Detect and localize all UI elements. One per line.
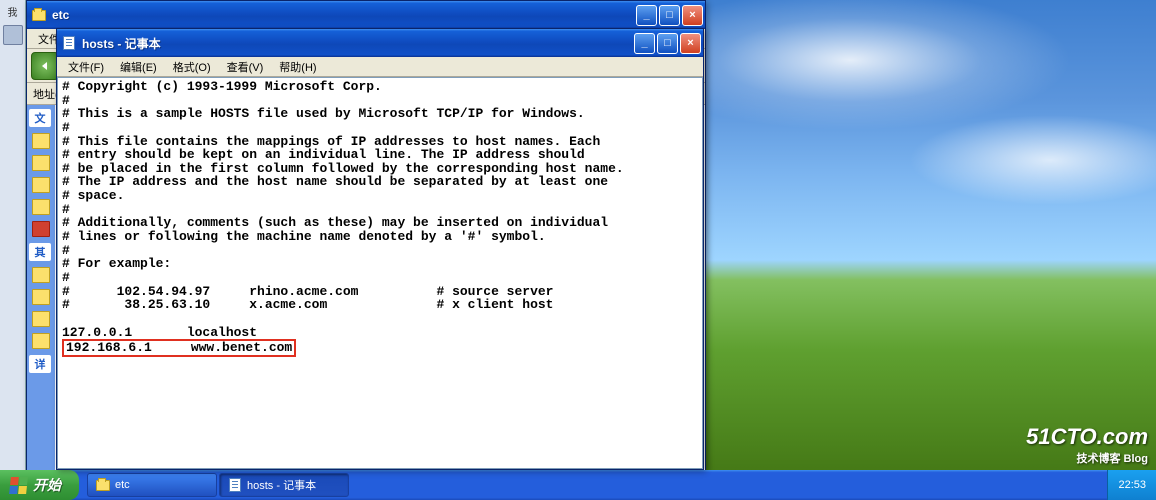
taskbar-item-notepad[interactable]: hosts - 记事本 [219, 473, 349, 497]
maximize-button[interactable]: □ [657, 33, 678, 54]
back-button[interactable] [31, 52, 59, 80]
minimize-button[interactable]: _ [636, 5, 657, 26]
notepad-icon [61, 35, 77, 51]
folder-icon [96, 478, 110, 492]
explorer-title: etc [52, 8, 636, 22]
folder-icon [31, 7, 47, 23]
close-button[interactable]: × [680, 33, 701, 54]
watermark-sub: 技术博客 Blog [1026, 450, 1148, 466]
sidebar-icon[interactable] [32, 133, 50, 149]
dock-icon[interactable] [3, 25, 23, 45]
sidebar-icon[interactable] [32, 267, 50, 283]
highlighted-entry: 192.168.6.1 www.benet.com [62, 339, 296, 357]
start-button[interactable]: 开始 [0, 470, 79, 500]
notepad-menubar: 文件(F) 编辑(E) 格式(O) 查看(V) 帮助(H) [57, 57, 703, 77]
sidebar-header[interactable]: 其 [29, 243, 51, 261]
close-button[interactable]: × [682, 5, 703, 26]
watermark: 51CTO.com 技术博客 Blog [1026, 424, 1148, 466]
notepad-icon [228, 478, 242, 492]
explorer-sidebar: 文 其 详 [27, 105, 55, 471]
taskbar-items: etc hosts - 记事本 [87, 470, 1107, 500]
task-label: hosts - 记事本 [247, 477, 316, 493]
sidebar-icon[interactable] [32, 177, 50, 193]
explorer-titlebar[interactable]: etc _ □ × [27, 1, 705, 29]
maximize-button[interactable]: □ [659, 5, 680, 26]
start-label: 开始 [33, 475, 61, 495]
notepad-window: hosts - 记事本 _ □ × 文件(F) 编辑(E) 格式(O) 查看(V… [56, 28, 704, 470]
minimize-button[interactable]: _ [634, 33, 655, 54]
hosts-file-content[interactable]: # Copyright (c) 1993-1999 Microsoft Corp… [58, 78, 702, 359]
sidebar-close-icon[interactable] [32, 221, 50, 237]
notepad-text-area[interactable]: # Copyright (c) 1993-1999 Microsoft Corp… [57, 77, 703, 469]
sidebar-icon[interactable] [32, 199, 50, 215]
notepad-title: hosts - 记事本 [82, 35, 634, 52]
menu-view[interactable]: 查看(V) [220, 57, 271, 77]
menu-format[interactable]: 格式(O) [166, 57, 218, 77]
sidebar-header[interactable]: 详 [29, 355, 51, 373]
sidebar-icon[interactable] [32, 289, 50, 305]
address-label: 地址( [33, 86, 59, 102]
watermark-main: 51CTO.com [1026, 424, 1148, 450]
dock-label: 我 [0, 4, 25, 19]
taskbar: 开始 etc hosts - 记事本 22:53 [0, 470, 1156, 500]
task-label: etc [115, 479, 130, 491]
sidebar-icon[interactable] [32, 333, 50, 349]
menu-file[interactable]: 文件(F) [61, 57, 111, 77]
system-tray[interactable]: 22:53 [1107, 470, 1156, 500]
sidebar-header[interactable]: 文 [29, 109, 51, 127]
sidebar-icon[interactable] [32, 311, 50, 327]
menu-edit[interactable]: 编辑(E) [113, 57, 164, 77]
left-dock: 我 [0, 0, 26, 470]
menu-help[interactable]: 帮助(H) [272, 57, 323, 77]
sidebar-icon[interactable] [32, 155, 50, 171]
taskbar-item-etc[interactable]: etc [87, 473, 217, 497]
windows-logo-icon [9, 477, 28, 494]
clock: 22:53 [1118, 479, 1146, 491]
notepad-titlebar[interactable]: hosts - 记事本 _ □ × [57, 29, 703, 57]
